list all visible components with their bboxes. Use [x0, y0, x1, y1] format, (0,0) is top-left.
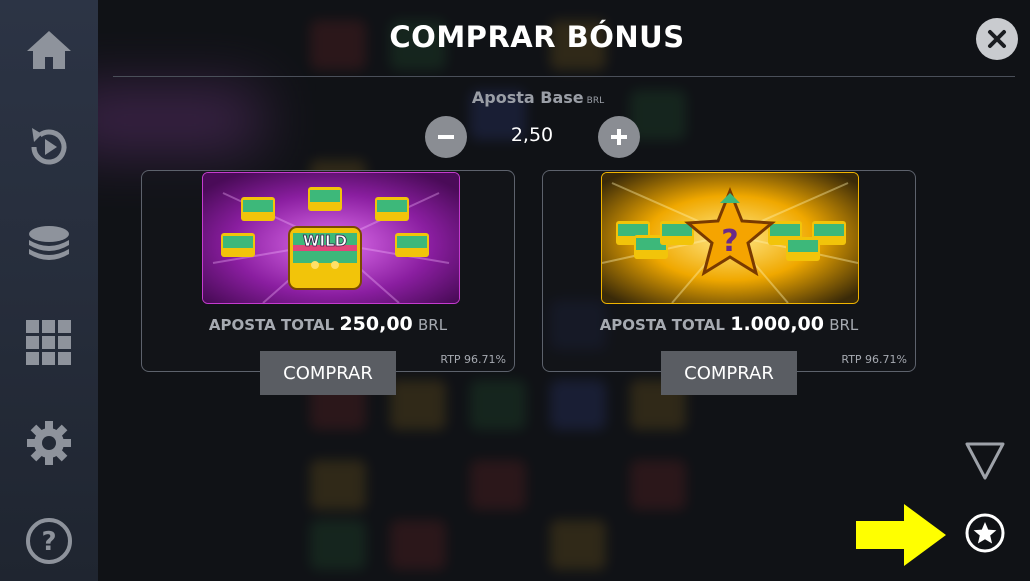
page-title: COMPRAR BÓNUS [389, 20, 685, 54]
home-icon[interactable] [24, 25, 74, 75]
minus-icon [438, 135, 454, 139]
coins-icon[interactable] [24, 220, 74, 270]
bet-value: 2,50 [510, 124, 554, 146]
svg-text:?: ? [41, 527, 56, 557]
total-label: APOSTA TOTAL [599, 316, 725, 334]
help-icon[interactable]: ? [24, 516, 74, 566]
total-bet-1: APOSTA TOTAL 250,00 BRL [142, 313, 514, 335]
buy-button-1[interactable]: COMPRAR [260, 351, 396, 395]
total-currency: BRL [418, 316, 448, 334]
pointer-arrow [856, 504, 948, 570]
header-divider [113, 76, 1015, 77]
favorite-button[interactable] [964, 512, 1006, 558]
increase-bet-button[interactable] [598, 116, 640, 158]
collapse-button[interactable] [964, 440, 1006, 486]
gear-icon[interactable] [24, 418, 74, 468]
star-icon [965, 513, 1005, 553]
buy-button-2[interactable]: COMPRAR [661, 351, 797, 395]
svg-text:WILD: WILD [303, 232, 347, 250]
total-label: APOSTA TOTAL [208, 316, 335, 334]
bonus-card-2: ? APOSTA TOTAL 1.000,00 BRL RTP 96.71% C… [542, 170, 916, 395]
total-bet-2: APOSTA TOTAL 1.000,00 BRL [543, 313, 915, 335]
rtp-label: RTP 96.71% [841, 353, 907, 366]
total-amount: 250,00 [339, 313, 413, 335]
wild-bonus-image[interactable]: WILD [202, 172, 460, 304]
total-currency: BRL [829, 316, 859, 334]
close-icon [988, 30, 1006, 48]
replay-icon[interactable] [24, 122, 74, 172]
chevron-down-icon [965, 442, 1005, 480]
grid-icon[interactable] [24, 318, 74, 368]
bonus-card-1: WILD APOSTA TOTAL 250,00 BRL RTP 96.71% … [141, 170, 515, 395]
svg-text:?: ? [721, 224, 738, 259]
sidebar: ? [0, 0, 98, 581]
rtp-label: RTP 96.71% [440, 353, 506, 366]
plus-icon [611, 129, 627, 145]
close-button[interactable] [976, 18, 1018, 60]
mystery-star-bonus-image[interactable]: ? [601, 172, 859, 304]
total-amount: 1.000,00 [730, 313, 824, 335]
bet-label-text: Aposta Base [471, 88, 584, 107]
bet-currency: BRL [586, 96, 605, 106]
decrease-bet-button[interactable] [425, 116, 467, 158]
bet-label: Aposta Base BRL [438, 88, 638, 107]
